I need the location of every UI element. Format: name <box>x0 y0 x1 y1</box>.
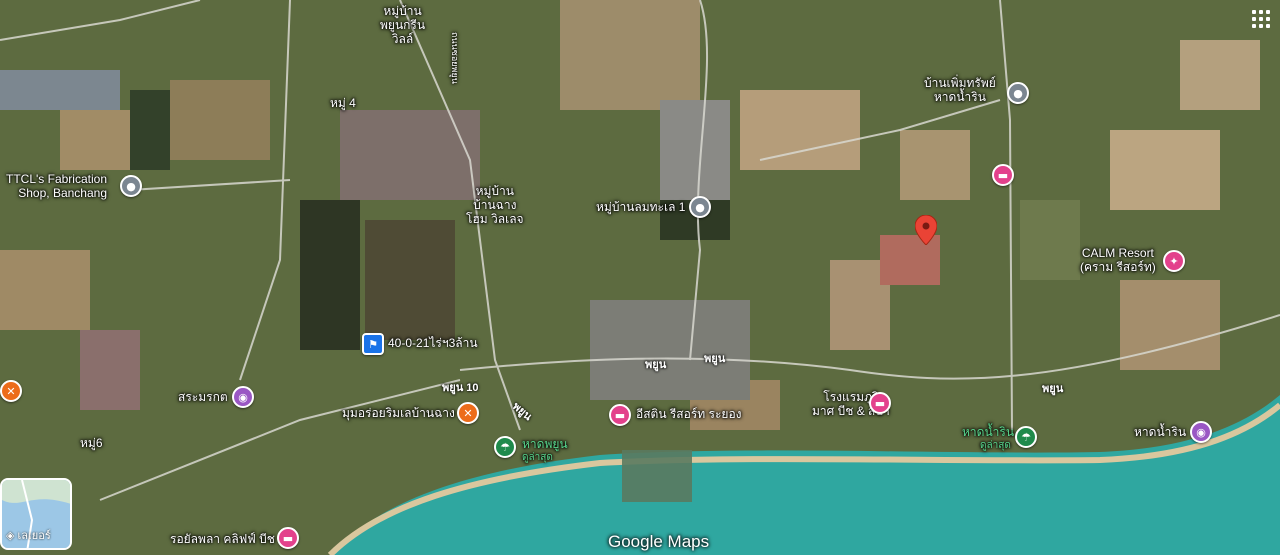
label-hat-namrin-green-sub: ดูล่าสุด <box>980 440 1011 451</box>
label-hat-namrin-green[interactable]: หาดน้ำริน <box>962 425 1014 439</box>
layers-label: ◈ เลเยอร์ <box>6 530 51 542</box>
road-label-phayun: พยูน <box>704 353 726 365</box>
road-label-phayun: พยูน <box>645 359 667 371</box>
label-village-phukrin[interactable]: หมู่บ้าน พยูนกรีน วิลล์ <box>380 4 425 46</box>
label-hat-phayun[interactable]: หาดพยูน <box>522 437 568 451</box>
label-ttcl[interactable]: TTCL's Fabrication Shop, Banchang <box>6 172 107 200</box>
camera-icon[interactable]: ✦ <box>1163 250 1185 272</box>
label-road-vertical: ถนนซอยพยูน <box>450 32 460 84</box>
label-sasamorakot[interactable]: สระมรกต <box>178 390 228 404</box>
google-maps-logo: Google Maps <box>608 532 710 551</box>
hotel-icon[interactable]: ▬ <box>277 527 299 549</box>
restaurant-icon[interactable]: ✕ <box>0 380 22 402</box>
label-moo6[interactable]: หมู่6 <box>80 436 103 450</box>
beach-icon[interactable]: ☂ <box>494 436 516 458</box>
location-pin-icon[interactable] <box>915 215 937 245</box>
camera-icon[interactable]: ◉ <box>1190 421 1212 443</box>
label-hat-phayun-sub: ดูล่าสุด <box>522 452 553 463</box>
label-restaurant[interactable]: มุมอร่อยริมเลบ้านฉาง <box>342 406 455 420</box>
label-plot[interactable]: 40-0-21ไร่ฯ3ล้าน <box>388 336 478 350</box>
hotel-icon[interactable]: ▬ <box>869 392 891 414</box>
place-icon[interactable]: ● <box>689 196 711 218</box>
flag-icon[interactable]: ⚑ <box>362 333 384 355</box>
layers-button[interactable]: ◈ เลเยอร์ <box>0 478 72 550</box>
hotel-icon[interactable]: ▬ <box>992 164 1014 186</box>
road-label-phayun-10: พยูน 10 <box>442 382 479 394</box>
label-village-lomtalay[interactable]: หมู่บ้านลมทะเล 1 <box>596 200 685 214</box>
place-icon[interactable]: ● <box>120 175 142 197</box>
beach-icon[interactable]: ☂ <box>1015 426 1037 448</box>
label-village-banchang[interactable]: หมู่บ้าน บ้านฉาง โฮม วิลเลจ <box>466 184 524 226</box>
satellite-map[interactable] <box>0 0 1280 555</box>
label-moo4[interactable]: หมู่ 4 <box>330 96 356 110</box>
road-label-phayun: พยูน <box>1042 383 1064 395</box>
label-banpoemsap[interactable]: บ้านเพิ่มทรัพย์ หาดน้ำริน <box>924 76 996 104</box>
apps-grid-icon[interactable] <box>1252 10 1270 28</box>
label-hat-namrin[interactable]: หาดน้ำริน <box>1134 425 1186 439</box>
label-eastin[interactable]: อีสติน รีสอร์ท ระยอง <box>636 407 742 421</box>
place-icon[interactable]: ● <box>1007 82 1029 104</box>
label-calm[interactable]: CALM Resort (คราม รีสอร์ท) <box>1080 246 1156 274</box>
hotel-icon[interactable]: ▬ <box>609 404 631 426</box>
label-royal[interactable]: รอยัลพลา คลิฟฟ์ บีช <box>170 532 275 546</box>
camera-icon[interactable]: ◉ <box>232 386 254 408</box>
restaurant-icon[interactable]: ✕ <box>457 402 479 424</box>
